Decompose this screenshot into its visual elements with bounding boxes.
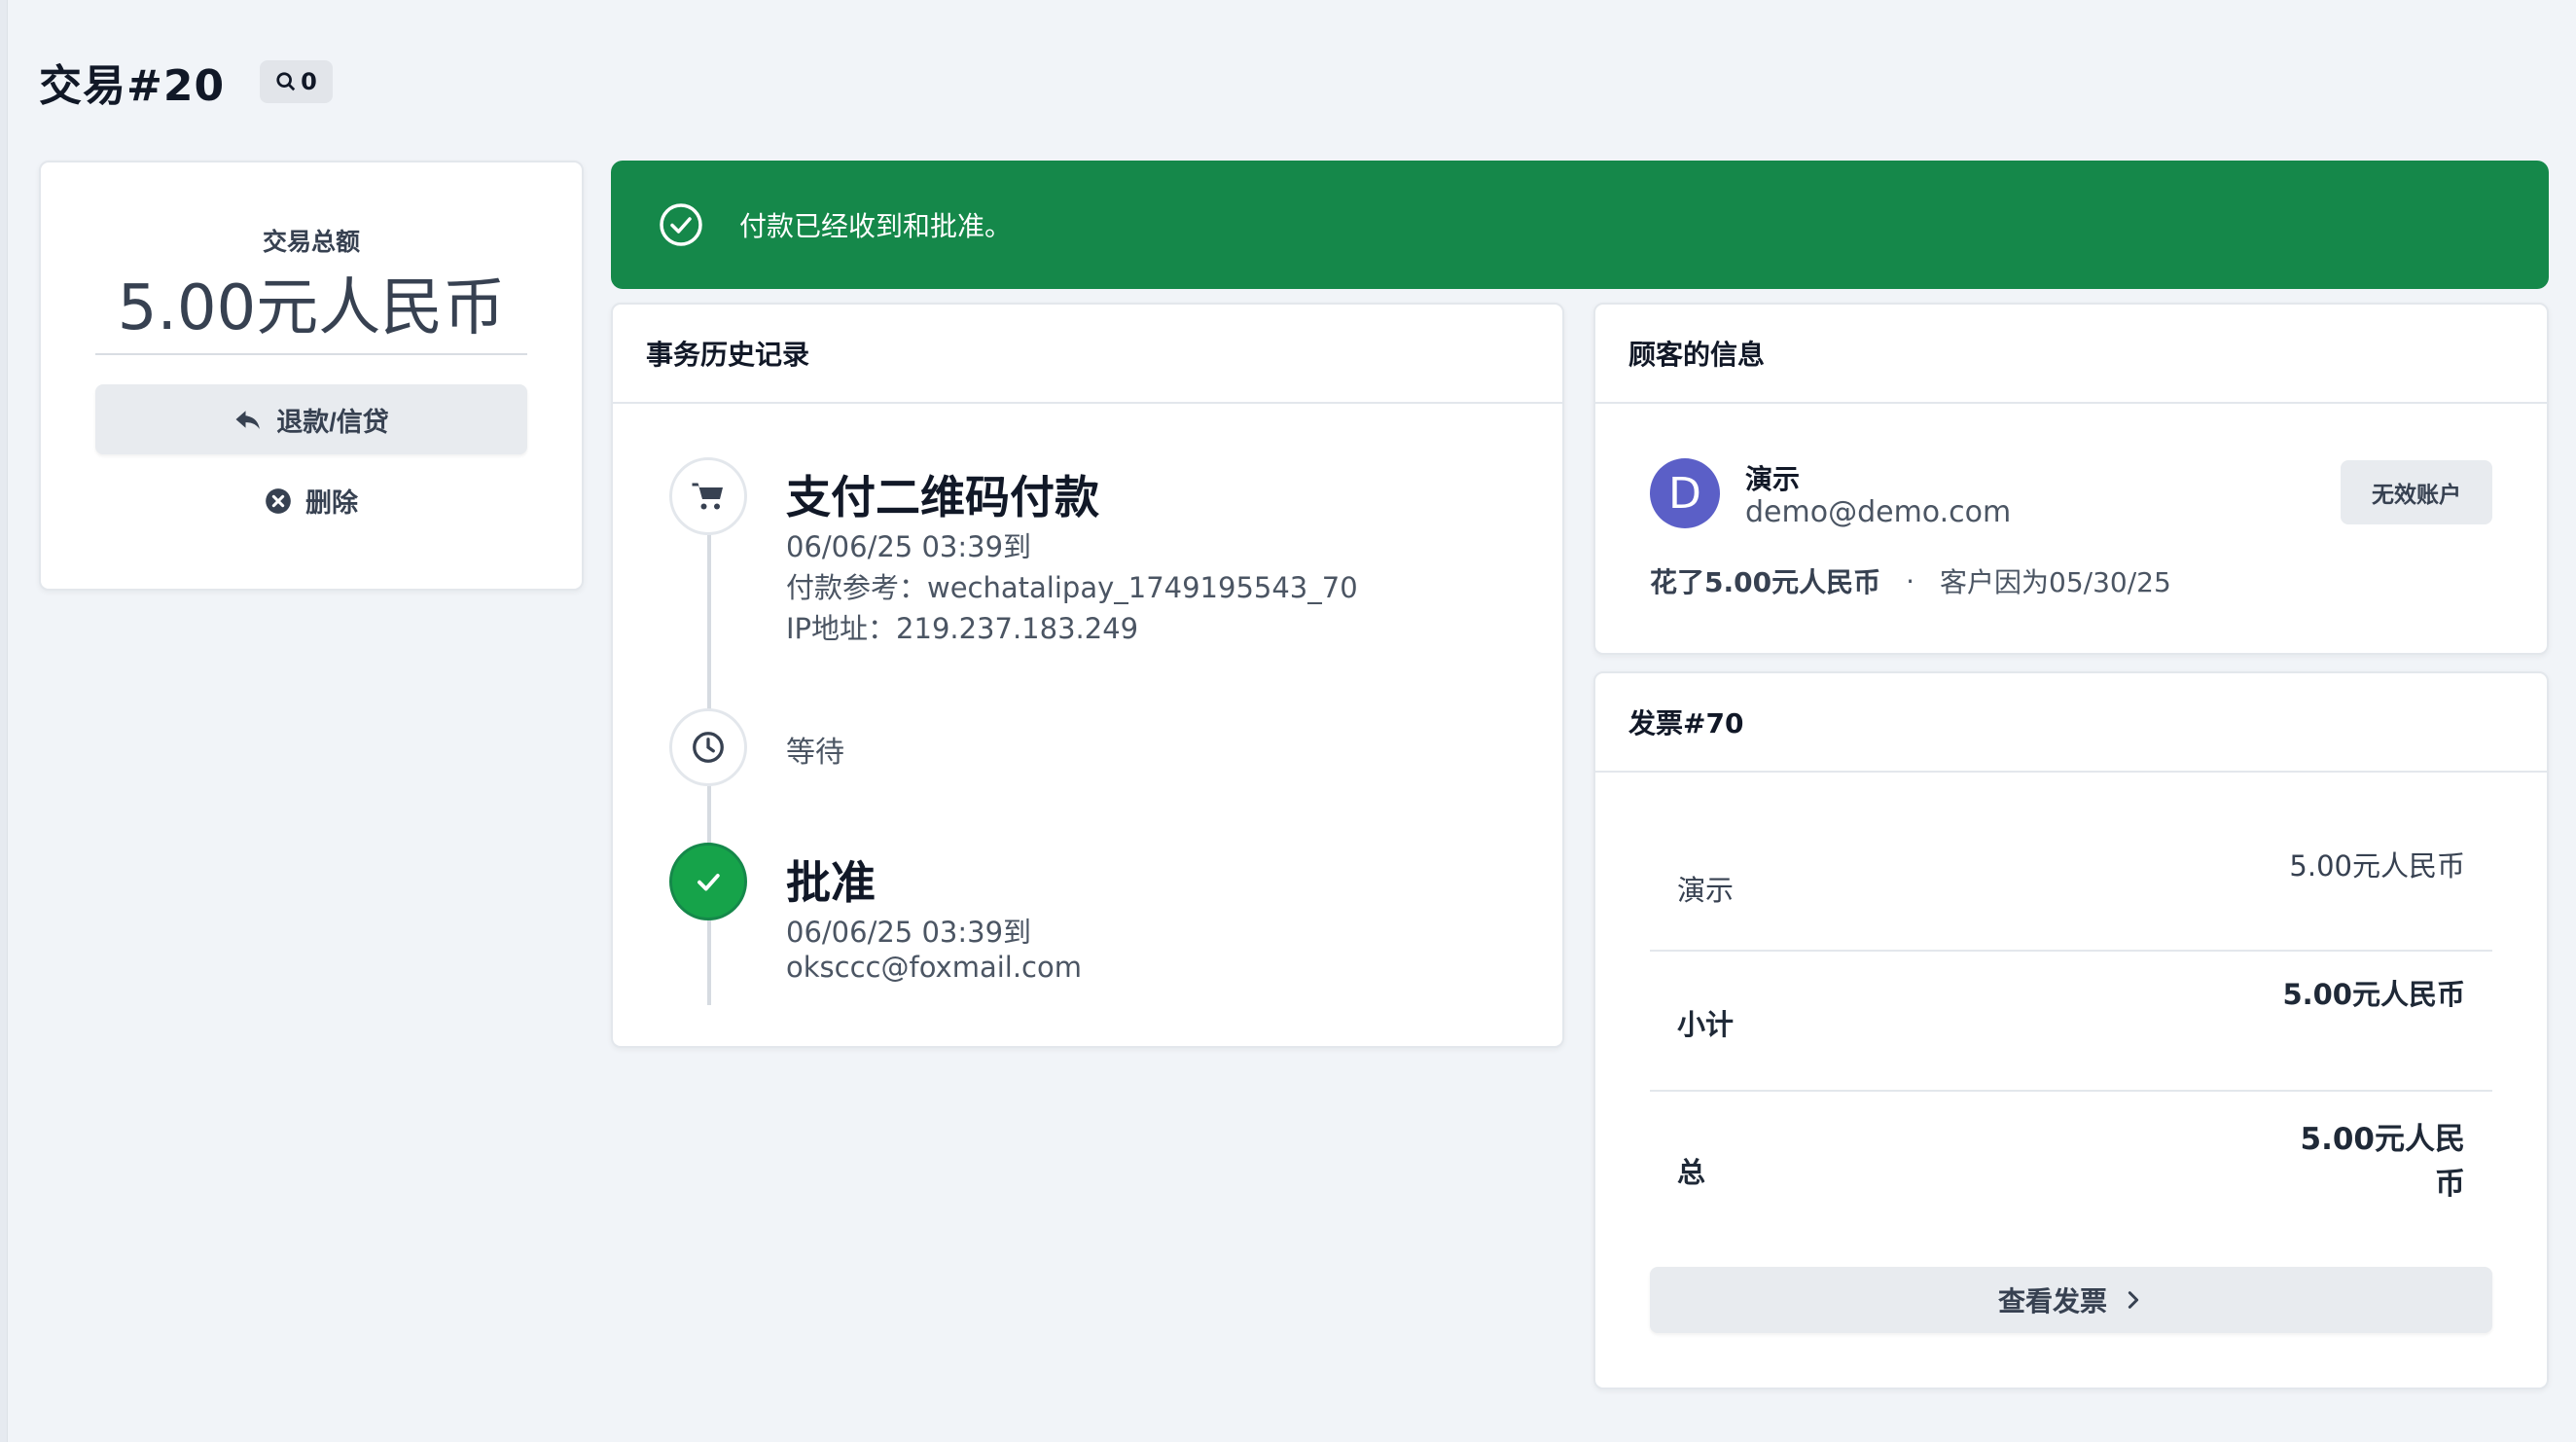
check-icon-circle — [669, 843, 747, 920]
refund-button[interactable]: 退款/信贷 — [95, 384, 527, 454]
invoice-line-value: 5.00元人民币 — [2289, 849, 2465, 883]
sidebar-edge — [0, 0, 8, 1442]
cart-icon — [692, 483, 723, 510]
invoice-line-row: 演示 5.00元人民币 — [1650, 833, 2492, 952]
waiting-label: 等待 — [786, 736, 844, 770]
transaction-history-card: 事务历史记录 支付二维码付款 06/06/25 03:39到 付款参考：wech… — [611, 303, 1564, 1048]
customer-stats: 花了5.00元人民币 · 客户因为05/30/25 — [1650, 561, 2171, 600]
total-label: 交易总额 — [262, 228, 360, 256]
search-icon — [276, 72, 296, 91]
customer-since: 客户因为05/30/25 — [1940, 566, 2171, 598]
history-title: 事务历史记录 — [613, 305, 1562, 404]
reply-icon — [235, 411, 261, 429]
payment-ip: IP地址：219.237.183.249 — [786, 612, 1139, 645]
cart-icon-circle — [669, 457, 747, 535]
invoice-line-label: 演示 — [1677, 874, 1735, 907]
customer-spent: 花了5.00元人民币 — [1650, 566, 1881, 598]
total-row-label: 总 — [1677, 1156, 1706, 1189]
subtotal-value: 5.00元人民币 — [2282, 978, 2465, 1011]
view-invoice-label: 查看发票 — [1997, 1285, 2107, 1317]
total-amount: 5.00元人民币 — [117, 272, 506, 344]
check-circle-icon — [660, 203, 702, 246]
invoice-card: 发票#70 演示 5.00元人民币 小计 5.00元人民币 总 5.00元人民币… — [1593, 671, 2549, 1389]
close-circle-icon — [266, 487, 291, 514]
customer-title: 顾客的信息 — [1595, 305, 2547, 404]
payment-success-banner: 付款已经收到和批准。 — [611, 161, 2549, 289]
clock-icon — [693, 732, 724, 763]
customer-email[interactable]: demo@demo.com — [1745, 495, 2011, 529]
chevron-right-icon — [2128, 1291, 2139, 1309]
page-title: 交易#20 — [39, 61, 226, 111]
invoice-total-row: 总 5.00元人民币 — [1650, 1092, 2492, 1242]
page-header: 交易#20 0 — [39, 51, 333, 113]
delete-button[interactable]: 删除 — [41, 482, 582, 520]
search-badge[interactable]: 0 — [260, 60, 333, 103]
subtotal-label: 小计 — [1677, 1008, 1735, 1041]
invoice-subtotal-row: 小计 5.00元人民币 — [1650, 952, 2492, 1092]
approved-datetime: 06/06/25 03:39到 — [786, 916, 1032, 949]
approved-title: 批准 — [786, 856, 876, 909]
check-icon — [698, 874, 720, 891]
divider — [95, 353, 527, 355]
approved-email: oksccc@foxmail.com — [786, 951, 1082, 984]
payment-datetime: 06/06/25 03:39到 — [786, 530, 1032, 563]
customer-info-card: 顾客的信息 D 演示 demo@demo.com 无效账户 花了5.00元人民币… — [1593, 303, 2549, 655]
search-count: 0 — [301, 68, 317, 95]
delete-label: 删除 — [305, 488, 358, 519]
customer-name[interactable]: 演示 — [1745, 458, 1800, 497]
payment-title: 支付二维码付款 — [786, 471, 1099, 523]
clock-icon-circle — [669, 708, 747, 786]
refund-label: 退款/信贷 — [276, 407, 389, 437]
transaction-summary-card: 交易总额 5.00元人民币 退款/信贷 删除 — [39, 161, 584, 591]
banner-message: 付款已经收到和批准。 — [739, 210, 1013, 242]
invoice-title: 发票#70 — [1595, 673, 2547, 773]
inactive-account-button[interactable]: 无效账户 — [2341, 460, 2492, 524]
payment-reference: 付款参考：wechatalipay_1749195543_70 — [786, 571, 1358, 604]
view-invoice-button[interactable]: 查看发票 — [1650, 1267, 2492, 1333]
total-row-value: 5.00元人民币 — [2300, 1122, 2466, 1202]
stats-separator: · — [1906, 564, 1914, 597]
avatar: D — [1650, 458, 1720, 528]
